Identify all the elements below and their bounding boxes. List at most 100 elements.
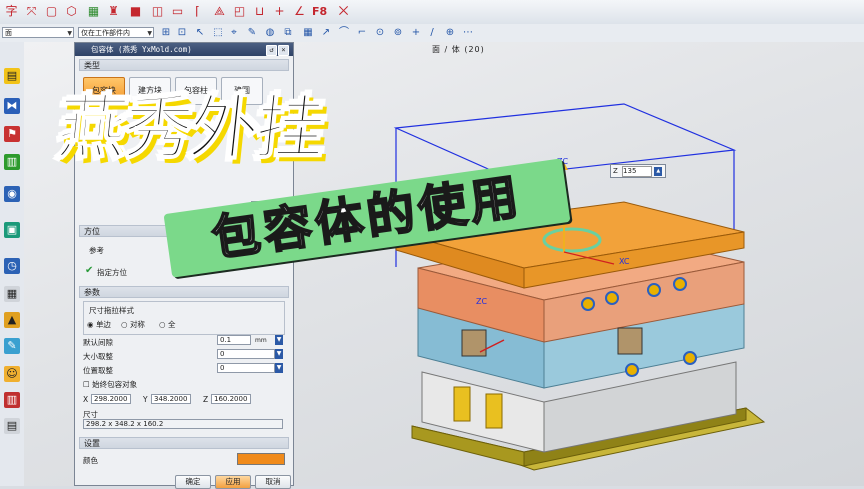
dialog-title: 包容体 (燕秀 YxMold.com) ↺ × [75,43,293,56]
section-params[interactable]: 参数 [79,286,289,298]
radio-symmetric[interactable]: ○ 对称 [121,319,145,330]
angle2-icon[interactable]: ∠ [292,4,307,19]
arrow2-icon[interactable]: ↗ [320,27,332,39]
size-round-label: 大小取整 [83,352,113,361]
size-round-input[interactable]: 0 [217,349,275,359]
box5-icon[interactable]: ◰ [232,4,247,19]
part-nav-icon[interactable]: ⚑ [4,126,20,142]
axis-xc-label: XC [619,257,630,266]
cancel-button[interactable]: 取消 [255,475,291,489]
box2-icon[interactable]: ◫ [150,4,165,19]
radio-third[interactable]: ○ 全 [159,319,175,330]
layer-icon[interactable]: ⧉ [282,27,294,39]
dialog-title-text: 包容体 (燕秀 YxMold.com) [91,45,192,54]
target2-icon[interactable]: ⊚ [392,27,404,39]
z-value[interactable]: 135 [622,165,653,177]
move-icon[interactable]: ⌖ [228,27,240,39]
z-input-popup[interactable]: Z 135 ▲ [610,164,666,178]
scope-combo-value: 仅在工作部件内 [81,29,130,37]
user-icon[interactable]: ☺ [4,366,20,382]
resource-bar: ▤ ⧓ ⚑ ▥ ◉ ▣ ◷ ▦ ▲ ✎ ☺ ▥ ▤ [0,42,25,486]
pen-icon[interactable]: ✎ [246,27,258,39]
status-text: 面 / 体 (20) [432,45,485,54]
ring-icon[interactable]: ◍ [264,27,276,39]
angle-icon[interactable]: ⟁ [212,4,227,19]
reuse-library-icon[interactable]: ▥ [4,154,20,170]
y-input[interactable]: 348.2000 [151,394,191,404]
spinner-icon[interactable]: ▲ [654,166,663,176]
roles-icon[interactable]: ▲ [4,312,20,328]
close-icon[interactable]: × [278,45,289,56]
bolt [673,277,687,291]
size-style-label: 尺寸拖拉样式 [89,306,134,315]
grid-icon[interactable]: ▦ [86,4,101,19]
radio-single[interactable]: ◉ 单边 [87,319,111,330]
misc-icon[interactable]: ⋯ [462,27,474,39]
x-label: X [83,395,89,404]
pos-round-label: 位置取整 [83,366,113,375]
check-icon: ✔ [85,265,94,276]
grid2-icon[interactable]: ▦ [302,27,314,39]
z-input[interactable]: 160.2000 [211,394,251,404]
box4-icon[interactable]: ⌈ [190,4,205,19]
reference-label: 参考 [89,246,104,255]
main-toolbar: 字 ⤧ ▢ ⬡ ▦ ♜ ■ ◫ ▭ ⌈ ⟁ ◰ ⊔ + ∠ F8 ⨉ [0,0,864,25]
cube-icon[interactable]: ⬡ [64,4,79,19]
f8-icon[interactable]: F8 [312,5,327,18]
pos-round-input[interactable]: 0 [217,363,275,373]
bucket-icon[interactable]: ♜ [106,4,121,19]
reset-icon[interactable]: ↺ [266,45,277,56]
gap-spinner-icon[interactable]: ▼ [275,335,283,345]
spring [485,393,503,429]
z-label: Z [203,395,209,404]
bolt [581,297,595,311]
system-icon[interactable]: ✎ [4,338,20,354]
select-icon[interactable]: ⊞ [160,27,172,39]
default-gap-input[interactable]: 0.1 [217,335,251,345]
radio-single-label: 单边 [95,320,111,329]
palette-icon[interactable]: ▦ [4,286,20,302]
xbar-icon[interactable]: ⨉ [336,4,351,19]
corner-icon[interactable]: ⌐ [356,27,368,39]
slash-icon[interactable]: / [426,27,438,39]
doc-icon[interactable]: ▤ [4,418,20,434]
section-type[interactable]: 类型 [79,59,289,71]
snap-point-icon[interactable]: ⊡ [176,27,188,39]
cyl-icon[interactable]: ⊔ [252,4,267,19]
snap-icon[interactable]: ⤧ [24,4,39,19]
plus-icon[interactable]: + [272,4,287,19]
specify-orientation-label[interactable]: 指定方位 [97,267,127,278]
view-icon[interactable]: ■ [128,4,143,19]
ok-button[interactable]: 确定 [175,475,211,489]
apply-button[interactable]: 应用 [215,475,251,489]
rect-select-icon[interactable]: ⬚ [212,27,224,39]
clock-icon[interactable]: ◷ [4,258,20,274]
history-icon[interactable]: ▣ [4,222,20,238]
pos-spinner-icon[interactable]: ▼ [275,363,283,373]
text-icon[interactable]: 字 [4,4,19,19]
book-icon[interactable]: ▥ [4,392,20,408]
target-icon[interactable]: ⊙ [374,27,386,39]
constraint-nav-icon[interactable]: ⧓ [4,98,20,114]
x-input[interactable]: 298.2000 [91,394,131,404]
lock-icon[interactable]: ⊕ [444,27,456,39]
cross-icon[interactable]: + [410,27,422,39]
box-icon[interactable]: ▢ [44,4,59,19]
size-readout: 298.2 x 348.2 x 160.2 [83,419,283,429]
bolt [647,283,661,297]
size-spinner-icon[interactable]: ▼ [275,349,283,359]
scope-combo[interactable]: 仅在工作部件内 ▼ [78,27,154,38]
color-swatch[interactable] [237,453,285,465]
radio-symmetric-label: 对称 [129,320,145,329]
radio-third-label: 全 [167,320,176,329]
section-settings[interactable]: 设置 [79,437,289,449]
filter-combo[interactable]: 面 ▼ [2,27,74,38]
arrow-icon[interactable]: ↖ [194,27,206,39]
web-browser-icon[interactable]: ◉ [4,186,20,202]
box3-icon[interactable]: ▭ [170,4,185,19]
overlay-title: 燕秀外挂 [52,86,327,170]
curve-icon[interactable]: ⌒ [338,27,350,39]
assembly-nav-icon[interactable]: ▤ [4,68,20,84]
always-body-checkbox[interactable]: ☐ 始终包容对象 [83,379,137,390]
lock-block [461,329,487,357]
